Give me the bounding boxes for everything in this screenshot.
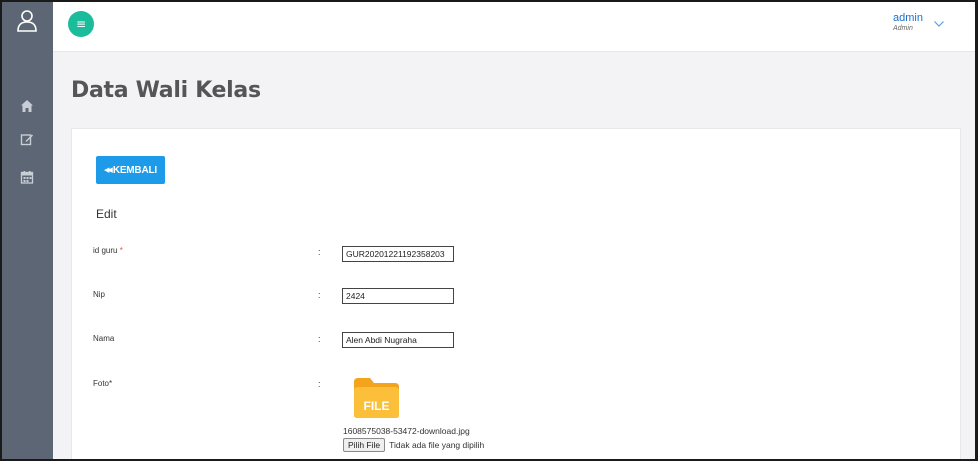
edit-icon[interactable] bbox=[20, 132, 34, 146]
sidebar bbox=[2, 2, 53, 459]
user-name: admin bbox=[893, 12, 923, 24]
double-arrow-left-icon: ◀◀ bbox=[104, 166, 113, 174]
id-guru-label: id guru * bbox=[93, 246, 123, 255]
field-colon: : bbox=[318, 247, 321, 257]
menu-toggle-button[interactable]: ≡ bbox=[68, 11, 94, 37]
nip-input[interactable]: 2424 bbox=[342, 288, 454, 304]
user-icon[interactable] bbox=[16, 9, 38, 33]
nama-input[interactable]: Alen Abdi Nugraha bbox=[342, 332, 454, 348]
field-colon: : bbox=[318, 334, 321, 344]
file-icon-label: FILE bbox=[364, 399, 390, 413]
user-role: Admin bbox=[893, 25, 913, 32]
file-input[interactable]: Pilih File Tidak ada file yang dipilih bbox=[343, 438, 484, 452]
back-button-label: KEMBALI bbox=[112, 164, 157, 176]
id-guru-input[interactable]: GUR20201221192358203 bbox=[342, 246, 454, 262]
folder-file-icon: FILE bbox=[354, 378, 399, 418]
required-mark: * bbox=[119, 246, 123, 255]
app-window: ≡ admin Admin Data Wali Kelas ◀◀ KEMBALI… bbox=[0, 0, 978, 461]
choose-file-button[interactable]: Pilih File bbox=[343, 438, 386, 452]
nama-label: Nama bbox=[93, 334, 115, 343]
current-file-name: 1608575038-53472-download.jpg bbox=[343, 426, 470, 436]
field-colon: : bbox=[318, 379, 321, 389]
no-file-text: Tidak ada file yang dipilih bbox=[389, 440, 485, 450]
form-section-title: Edit bbox=[96, 207, 117, 221]
calendar-icon[interactable] bbox=[20, 170, 34, 184]
page-title: Data Wali Kelas bbox=[71, 78, 261, 103]
field-colon: : bbox=[318, 290, 321, 300]
nip-label: Nip bbox=[93, 290, 106, 299]
edit-form-panel: ◀◀ KEMBALI Edit id guru * : GUR202012211… bbox=[71, 128, 961, 459]
hamburger-icon: ≡ bbox=[75, 16, 87, 31]
back-button[interactable]: ◀◀ KEMBALI bbox=[96, 156, 165, 184]
foto-label: Foto* bbox=[93, 379, 113, 388]
chevron-down-icon[interactable] bbox=[933, 18, 945, 30]
home-icon[interactable] bbox=[20, 99, 34, 113]
top-navbar: ≡ admin Admin bbox=[53, 2, 975, 52]
user-menu[interactable]: admin Admin bbox=[881, 11, 951, 41]
